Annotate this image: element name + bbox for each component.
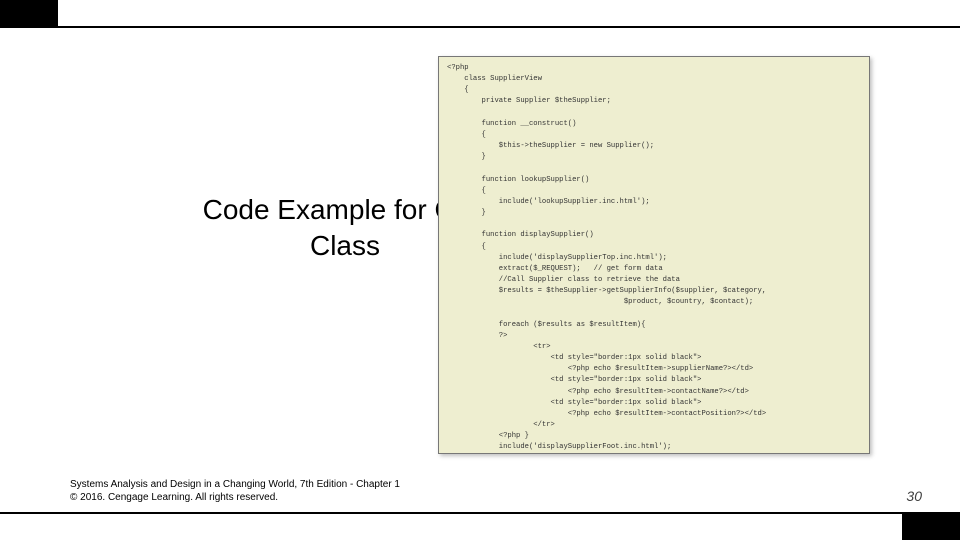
- page-number: 30: [906, 488, 922, 504]
- accent-bottom: [902, 514, 960, 540]
- footer: Systems Analysis and Design in a Changin…: [70, 478, 400, 504]
- rule-top: [0, 26, 960, 28]
- code-listing: <?php class SupplierView { private Suppl…: [438, 56, 870, 454]
- accent-top: [0, 0, 58, 26]
- footer-line-2: © 2016. Cengage Learning. All rights res…: [70, 491, 400, 504]
- rule-bottom: [0, 512, 960, 514]
- footer-line-1: Systems Analysis and Design in a Changin…: [70, 478, 400, 491]
- slide: Code Example for One Class <?php class S…: [0, 0, 960, 540]
